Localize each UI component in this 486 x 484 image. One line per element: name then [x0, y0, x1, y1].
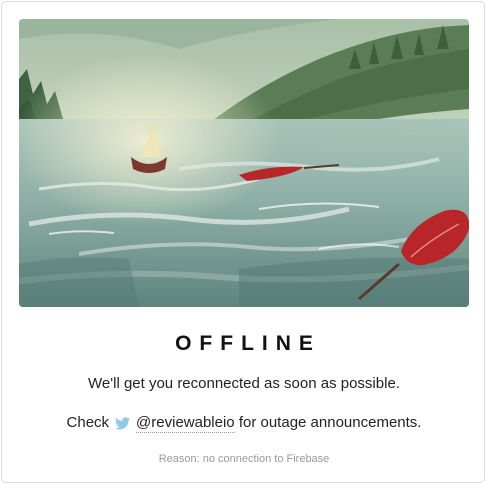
check-prefix: Check — [66, 414, 110, 431]
reconnect-message: We'll get you reconnected as soon as pos… — [88, 375, 400, 392]
check-suffix: for outage announcements. — [238, 414, 422, 431]
outage-notice: Check @reviewableio for outage announceme… — [2, 414, 486, 434]
twitter-handle-link[interactable]: @reviewableio — [136, 414, 235, 433]
offline-reason: Reason: no connection to Firebase — [158, 453, 330, 465]
offline-illustration — [19, 19, 469, 307]
twitter-bird-icon — [115, 417, 131, 434]
offline-title: OFFLINE — [175, 332, 321, 355]
offline-card: OFFLINE We'll get you reconnected as soo… — [1, 1, 485, 483]
